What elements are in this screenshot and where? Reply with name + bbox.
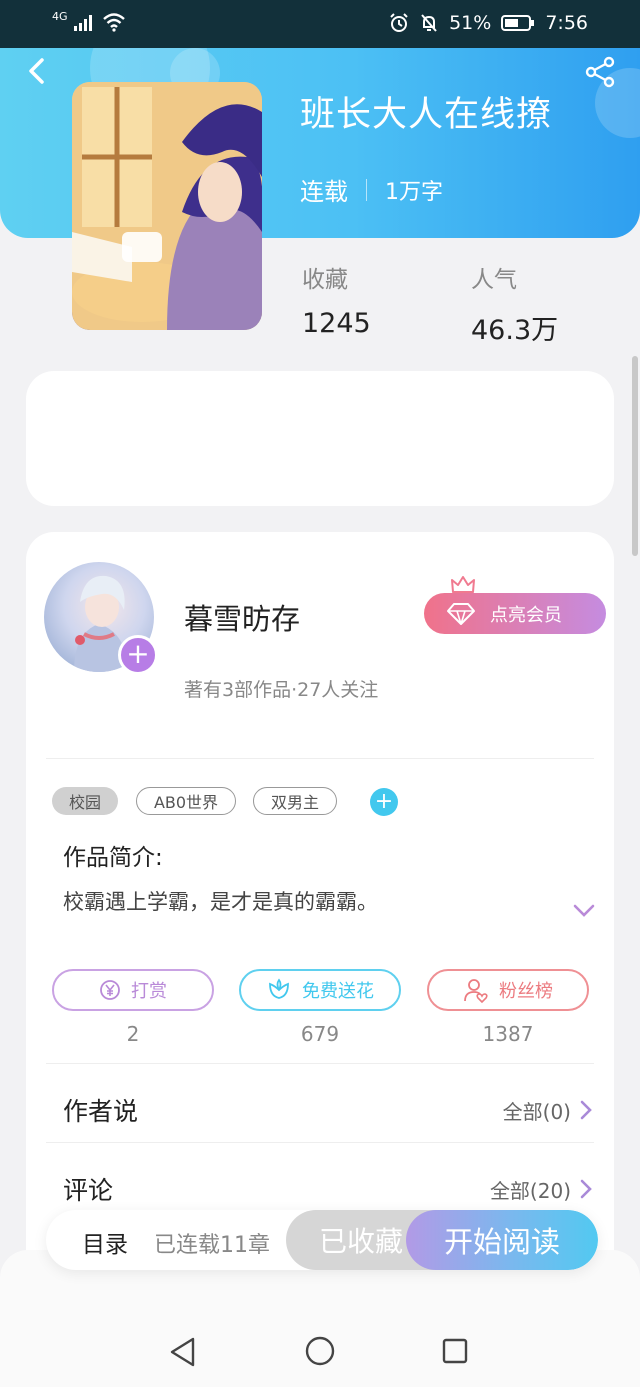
battery-icon: [501, 15, 535, 31]
comments-title: 评论: [63, 1176, 114, 1205]
book-meta: 连载 1万字: [300, 172, 443, 207]
flower-count: 679: [300, 1022, 340, 1046]
flower-icon: [269, 978, 289, 999]
mute-icon: [421, 14, 437, 32]
network-label: 4G: [52, 9, 68, 23]
author-name[interactable]: 暮雪昉存: [184, 596, 300, 638]
tag-campus[interactable]: 校园: [52, 787, 118, 815]
battery-percent: 51%: [449, 12, 492, 34]
diamond-icon: [447, 602, 475, 625]
tip-count: 2: [126, 1022, 140, 1046]
intro-text: 校霸遇上学霸，是才是真的霸霸。: [63, 890, 378, 914]
fans-count: 1387: [482, 1022, 534, 1046]
word-count: 1万字: [385, 179, 443, 205]
chevron-right-icon: [580, 1100, 592, 1120]
fans-ranking-button[interactable]: 粉丝榜: [427, 969, 589, 1011]
yen-icon: [100, 980, 120, 1000]
toc-button[interactable]: 目录: [82, 1225, 128, 1259]
stat-value: 46.3万: [471, 315, 559, 346]
stat-label: 收藏: [302, 267, 348, 293]
start-reading-button[interactable]: 开始阅读: [406, 1210, 598, 1270]
comments-link[interactable]: 全部(20): [490, 1175, 593, 1204]
book-title: 班长大人在线撩: [300, 95, 553, 135]
placeholder-card: [26, 371, 614, 506]
fans-ranking-label: 粉丝榜: [499, 981, 553, 1002]
tag-double-male-lead[interactable]: 双男主: [253, 787, 337, 815]
intro-title: 作品简介:: [63, 845, 163, 871]
fans-icon: [464, 979, 488, 1003]
book-cover[interactable]: [72, 82, 262, 330]
divider: [46, 1142, 594, 1143]
comments-row[interactable]: 评论 全部(20): [63, 1171, 593, 1207]
author-says-link[interactable]: 全部(0): [503, 1096, 593, 1125]
share-icon[interactable]: [584, 56, 616, 88]
serial-status: 连载: [300, 178, 348, 206]
scrollbar[interactable]: [632, 356, 638, 556]
signal-icon: [73, 15, 92, 31]
wifi-icon: [102, 13, 125, 32]
author-says-title: 作者说: [63, 1097, 139, 1126]
status-right: 51% 7:56: [389, 12, 588, 34]
nav-back-icon[interactable]: [168, 1336, 198, 1368]
send-flower-button[interactable]: 免费送花: [239, 969, 401, 1011]
author-says-row[interactable]: 作者说 全部(0): [63, 1092, 593, 1128]
clock: 7:56: [545, 12, 588, 34]
vip-membership-button[interactable]: 点亮会员: [424, 593, 606, 634]
chapter-count[interactable]: 已连载11章: [154, 1227, 270, 1259]
stat-label: 人气: [471, 267, 517, 293]
author-says-count: 全部(0): [502, 1099, 571, 1124]
add-tag-button[interactable]: +: [370, 788, 398, 816]
chevron-right-icon: [580, 1179, 592, 1199]
back-arrow-icon[interactable]: [22, 56, 52, 86]
alarm-icon: [390, 13, 408, 32]
divider: [46, 758, 594, 759]
send-flower-label: 免费送花: [302, 981, 374, 1002]
vip-label: 点亮会员: [490, 604, 562, 626]
author-info: 著有3部作品·27人关注: [184, 679, 379, 701]
tip-button[interactable]: 打赏: [52, 969, 214, 1011]
tag-abo-world[interactable]: AB0世界: [136, 787, 236, 815]
bottom-action-bar: 目录 已连载11章 已收藏 开始阅读: [46, 1210, 598, 1270]
nav-home-icon[interactable]: [305, 1336, 335, 1366]
follow-author-button[interactable]: +: [118, 635, 158, 675]
stat-popularity: 人气 46.3万: [471, 260, 558, 347]
tip-label: 打赏: [131, 981, 167, 1002]
cover-illustration: [72, 82, 262, 330]
stat-value: 1245: [302, 308, 371, 339]
stat-favorites: 收藏 1245: [302, 260, 371, 339]
chevron-down-icon[interactable]: [572, 900, 596, 920]
status-bar: 4G 51% 7:56: [0, 0, 640, 48]
nav-recent-apps-icon[interactable]: [442, 1338, 468, 1364]
meta-divider: [366, 178, 367, 201]
bottom-panel: [0, 1250, 640, 1387]
comments-count: 全部(20): [489, 1178, 571, 1203]
divider: [46, 1063, 594, 1064]
status-left: 4G: [52, 9, 126, 32]
